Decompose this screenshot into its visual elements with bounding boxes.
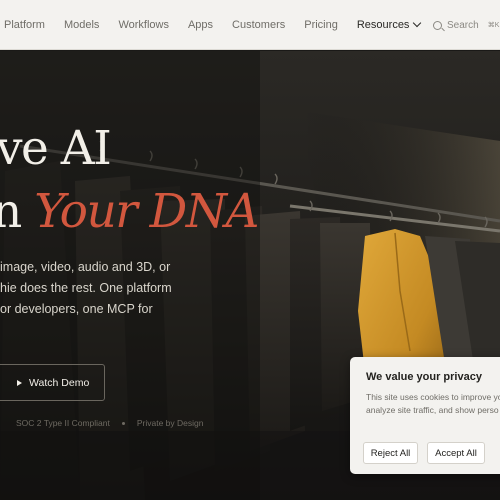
cookie-title: We value your privacy — [366, 371, 482, 383]
cookie-consent-banner: We value your privacy This site uses coo… — [350, 357, 500, 474]
hero-headline-prefix: n — [0, 184, 22, 239]
badge-soc2: SOC 2 Type II Compliant — [16, 418, 110, 428]
badge-private: Private by Design — [136, 418, 204, 428]
nav-item-resources[interactable]: Resources — [356, 18, 422, 31]
search-button[interactable]: Search ⌘K — [433, 17, 499, 33]
nav-item-pricing[interactable]: Pricing — [304, 19, 338, 31]
chevron-down-icon — [413, 18, 422, 28]
nav-item-workflows[interactable]: Workflows — [118, 19, 169, 31]
hero-headline-line-2: n Your DNA — [0, 184, 259, 239]
nav-item-models[interactable]: Models — [64, 19, 99, 31]
hero-subtext-line: image, video, audio and 3D, or — [0, 260, 171, 274]
badge-separator — [121, 421, 125, 425]
hero-headline-line-1: ve AI — [0, 121, 112, 176]
watch-demo-label: Watch Demo — [29, 376, 90, 389]
nav-item-apps[interactable]: Apps — [188, 19, 213, 31]
nav-item-resources-label: Resources — [356, 19, 410, 31]
watch-demo-button[interactable]: Watch Demo — [0, 364, 105, 401]
nav-links: Platform Models Workflows Apps Customers… — [4, 0, 439, 50]
accept-all-button[interactable]: Accept All — [427, 442, 485, 464]
hero-subtext: image, video, audio and 3D, or hie does … — [0, 257, 190, 320]
trust-badges: SOC 2 Type II Compliant Private by Desig… — [16, 418, 203, 428]
cookie-body: This site uses cookies to improve yo ana… — [366, 391, 500, 417]
nav-item-customers[interactable]: Customers — [232, 19, 285, 31]
search-label: Search — [447, 19, 479, 31]
search-shortcut: ⌘K — [487, 22, 500, 29]
top-navigation: Platform Models Workflows Apps Customers… — [0, 0, 500, 50]
cookie-body-line: This site uses cookies to improve yo — [366, 392, 500, 402]
hero-subtext-line: or developers, one MCP for — [0, 302, 153, 316]
nav-item-platform[interactable]: Platform — [4, 19, 45, 31]
cookie-body-line: analyze site traffic, and show perso — [366, 405, 499, 415]
hero-headline-accent: Your DNA — [34, 184, 259, 239]
play-icon — [17, 379, 22, 386]
cookie-buttons: Reject All Accept All — [363, 442, 485, 464]
hero-subtext-line: hie does the rest. One platform — [0, 281, 172, 295]
reject-all-button[interactable]: Reject All — [363, 442, 418, 464]
search-icon — [433, 20, 442, 30]
